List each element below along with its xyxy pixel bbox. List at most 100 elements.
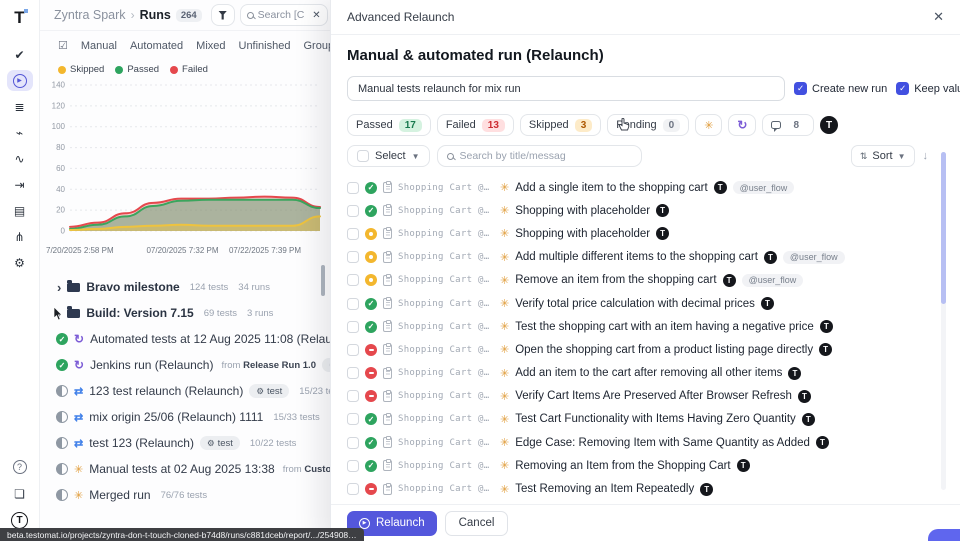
- breadcrumb-project[interactable]: Zyntra Spark: [54, 8, 126, 22]
- row-checkbox[interactable]: [347, 413, 359, 425]
- checkbox-checked-icon[interactable]: ✓: [896, 82, 909, 95]
- sidebar-item-steps[interactable]: ⌁: [7, 122, 33, 143]
- tree-run-row[interactable]: ✳Manual tests at 02 Aug 2025 13:38from C…: [40, 456, 330, 482]
- row-checkbox[interactable]: [347, 228, 359, 240]
- sidebar-item-import[interactable]: ⇥: [7, 174, 33, 195]
- chip-comment[interactable]: 8: [762, 114, 814, 136]
- modal-scrollbar-thumb[interactable]: [941, 152, 946, 304]
- test-row[interactable]: Shopping Cart @…✳Test Removing an Item R…: [347, 477, 944, 500]
- test-row[interactable]: Shopping Cart @…✳Verify Cart Items Are P…: [347, 385, 944, 408]
- tree-folder-row[interactable]: ›Build: Version 7.1569 tests3 runs: [40, 300, 330, 326]
- sidebar-item-projects[interactable]: ❏: [7, 483, 33, 504]
- row-checkbox[interactable]: [347, 437, 359, 449]
- test-row[interactable]: Shopping Cart @…✳Removing an Item from t…: [347, 454, 944, 477]
- test-search-input[interactable]: [460, 150, 632, 162]
- tree-folder-row[interactable]: ›Bravo milestone124 tests34 runs: [40, 274, 330, 300]
- row-checkbox[interactable]: [347, 182, 359, 194]
- filter-button[interactable]: [211, 4, 235, 26]
- tab-unfinished[interactable]: Unfinished: [239, 40, 291, 52]
- tree-run-row[interactable]: ⇄123 test relaunch (Relaunch)⚙test15/23 …: [40, 378, 330, 404]
- tab-mixed[interactable]: Mixed: [196, 40, 225, 52]
- chip-manual[interactable]: ✳: [695, 114, 722, 136]
- test-row[interactable]: Shopping Cart @…✳Test the shopping cart …: [347, 315, 944, 338]
- sidebar-item-runs[interactable]: ▶: [7, 70, 33, 91]
- row-checkbox[interactable]: [347, 483, 359, 495]
- tab-manual[interactable]: Manual: [81, 40, 117, 52]
- row-checkbox[interactable]: [347, 205, 359, 217]
- close-icon[interactable]: ✕: [933, 9, 944, 25]
- test-title: Removing an Item from the Shopping Cart: [515, 460, 730, 472]
- select-all-checkbox[interactable]: [357, 150, 369, 162]
- status-partial-icon: [56, 411, 68, 423]
- run-name-input[interactable]: [347, 76, 785, 101]
- row-checkbox[interactable]: [347, 321, 359, 333]
- tree-run-row[interactable]: ↻Jenkins run (Relaunch)from Release Run …: [40, 352, 330, 378]
- projects-icon: ❏: [14, 487, 25, 501]
- chip-label: Passed: [356, 119, 393, 131]
- sidebar-item-report[interactable]: ▤: [7, 200, 33, 221]
- test-group-label: Shopping Cart @…: [398, 183, 494, 193]
- chip-failed[interactable]: Failed13: [437, 114, 514, 136]
- runs-search-input[interactable]: Search [C ✕: [240, 4, 328, 26]
- download-arrow-icon[interactable]: ↓: [923, 150, 929, 162]
- test-tag: @user_flow: [783, 251, 845, 264]
- chip-skipped[interactable]: Skipped3: [520, 114, 601, 136]
- checkbox-checked-icon[interactable]: ✓: [794, 82, 807, 95]
- test-search-box[interactable]: [437, 145, 642, 167]
- legend-skipped: Skipped: [58, 64, 104, 75]
- cancel-button[interactable]: Cancel: [445, 511, 509, 536]
- row-checkbox[interactable]: [347, 460, 359, 472]
- sidebar-item-check[interactable]: ✔: [7, 44, 33, 65]
- clear-search-icon[interactable]: ✕: [312, 10, 320, 21]
- test-row[interactable]: Shopping Cart @…✳Test Cart Functionality…: [347, 408, 944, 431]
- tree-run-row[interactable]: ⇄mix origin 25/06 (Relaunch) 111115/33 t…: [40, 404, 330, 430]
- create-new-run-checkbox[interactable]: ✓ Create new run: [794, 82, 887, 95]
- chat-widget[interactable]: [928, 529, 960, 541]
- breadcrumb-page[interactable]: Runs: [140, 8, 171, 22]
- test-row[interactable]: Shopping Cart @…✳Add an item to the cart…: [347, 362, 944, 385]
- svg-text:07/22/2025 7:39 PM: 07/22/2025 7:39 PM: [229, 246, 301, 255]
- run-tag: ⚙test: [322, 358, 330, 372]
- left-panel-scrollbar[interactable]: [321, 265, 325, 296]
- chip-passed[interactable]: Passed17: [347, 114, 431, 136]
- tree-run-row[interactable]: ↻Automated tests at 12 Aug 2025 11:08 (R…: [40, 326, 330, 352]
- sidebar-item-settings[interactable]: ⚙: [7, 252, 33, 273]
- chevron-right-icon[interactable]: ›: [57, 281, 61, 294]
- clipboard-icon: [383, 205, 392, 216]
- row-checkbox[interactable]: [347, 298, 359, 310]
- test-row[interactable]: Shopping Cart @…✳Remove an item from the…: [347, 269, 944, 292]
- test-row[interactable]: Shopping Cart @…✳Open the shopping cart …: [347, 338, 944, 361]
- row-checkbox[interactable]: [347, 390, 359, 402]
- tree-run-row[interactable]: ✳Merged run76/76 tests: [40, 482, 330, 508]
- row-checkbox[interactable]: [347, 344, 359, 356]
- gear-icon: ⚙: [256, 386, 264, 397]
- tab-automated[interactable]: Automated: [130, 40, 183, 52]
- row-checkbox[interactable]: [347, 274, 359, 286]
- sidebar-item-branch[interactable]: ⋔: [7, 226, 33, 247]
- chip-automated[interactable]: ↻: [728, 114, 756, 136]
- manual-test-icon: ✳: [500, 483, 509, 496]
- app-logo[interactable]: T: [14, 8, 24, 28]
- tree-run-row[interactable]: ⇄test 123 (Relaunch)⚙test10/22 tests: [40, 430, 330, 456]
- clipboard-icon: [383, 344, 392, 355]
- tab-groups[interactable]: Groups: [303, 40, 330, 52]
- sidebar-item-help[interactable]: ?: [7, 456, 33, 477]
- test-row[interactable]: Shopping Cart @…✳Edge Case: Removing Ite…: [347, 431, 944, 454]
- sort-button[interactable]: ⇅ Sort ▼: [851, 145, 915, 167]
- row-checkbox[interactable]: [347, 367, 359, 379]
- runs-search-value: Search [C: [258, 9, 305, 21]
- test-row[interactable]: Shopping Cart @…✳Add multiple different …: [347, 246, 944, 269]
- test-row[interactable]: Shopping Cart @…✳Shopping with placehold…: [347, 199, 944, 222]
- row-checkbox[interactable]: [347, 251, 359, 263]
- sidebar-item-list-check[interactable]: ≣: [7, 96, 33, 117]
- sidebar-item-pulse[interactable]: ∿: [7, 148, 33, 169]
- select-dropdown[interactable]: Select ▼: [347, 145, 430, 167]
- assignee-avatar[interactable]: T: [820, 116, 838, 134]
- test-row[interactable]: Shopping Cart @…✳Add a single item to th…: [347, 176, 944, 199]
- keep-values-checkbox[interactable]: ✓ Keep values ?: [896, 82, 960, 95]
- assignee-avatar: T: [802, 413, 815, 426]
- test-row[interactable]: Shopping Cart @…✳Shopping with placehold…: [347, 222, 944, 245]
- test-row[interactable]: Shopping Cart @…✳Verify total price calc…: [347, 292, 944, 315]
- mouse-cursor-arrow: [53, 307, 64, 321]
- test-group-label: Shopping Cart @…: [398, 322, 494, 332]
